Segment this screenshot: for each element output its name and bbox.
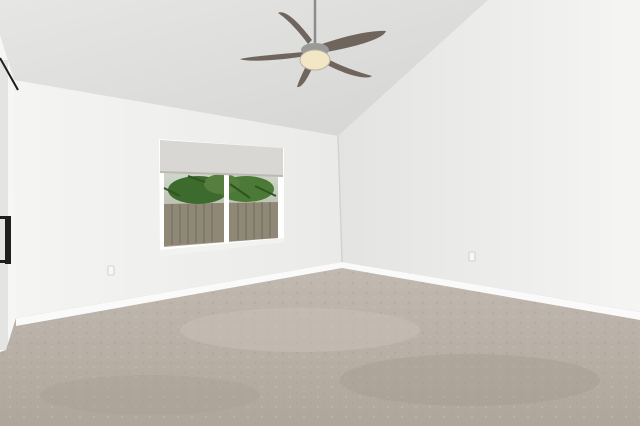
fan-light-globe	[299, 49, 331, 71]
carpet-shade-1	[180, 308, 420, 352]
door-handle	[5, 216, 11, 264]
carpet-shade-3	[40, 375, 260, 415]
room-illustration	[0, 0, 640, 426]
door-edge	[0, 60, 8, 350]
outlet-left	[107, 265, 115, 276]
window	[159, 139, 284, 256]
outlet-right	[468, 251, 476, 262]
carpet-shade-2	[340, 354, 600, 406]
door-handle-bracket-top	[0, 216, 8, 219]
empty-room-photo	[0, 0, 640, 426]
window-mullion	[224, 174, 229, 243]
door-handle-bracket-bottom	[0, 260, 8, 263]
